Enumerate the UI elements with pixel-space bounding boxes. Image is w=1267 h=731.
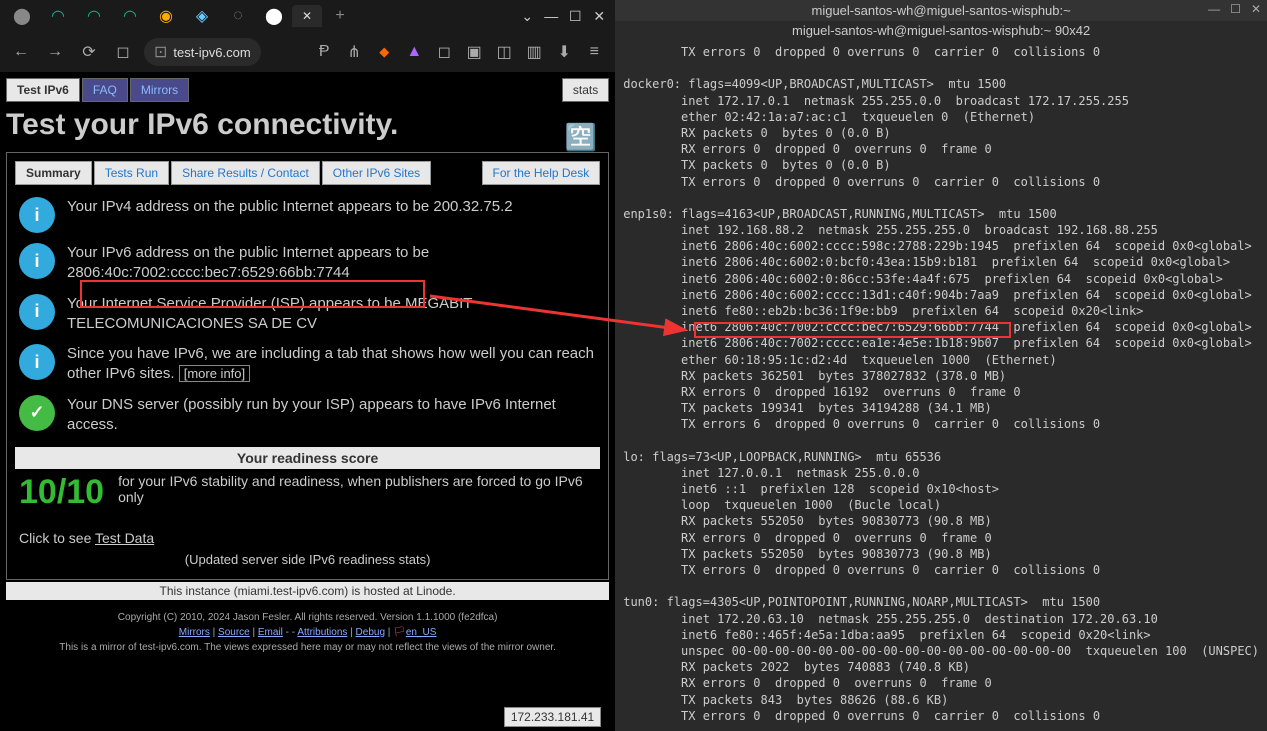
result-ipv6: i Your IPv6 address on the public Intern…	[19, 243, 596, 284]
instance-bar: This instance (miami.test-ipv6.com) is h…	[6, 582, 609, 600]
sub-tabs: Summary Tests Run Share Results / Contac…	[15, 161, 600, 185]
tab-test-ipv6[interactable]: Test IPv6	[6, 78, 80, 102]
page-title: Test your IPv6 connectivity.	[6, 108, 609, 142]
result-ipv4: i Your IPv4 address on the public Intern…	[19, 197, 596, 233]
dropdown-icon[interactable]: ⌄	[515, 4, 539, 28]
share-icon[interactable]: ⋔	[341, 39, 367, 65]
terminal-pane: miguel-santos-wh@miguel-santos-wisphub:~…	[615, 0, 1267, 731]
reload-icon[interactable]: ⟳	[76, 39, 102, 65]
term-maximize-icon[interactable]: ☐	[1230, 2, 1241, 16]
subtab-help[interactable]: For the Help Desk	[482, 161, 601, 185]
minimize-icon[interactable]: —	[539, 4, 563, 28]
result-dns: ✓ Your DNS server (possibly run by your …	[19, 395, 596, 436]
term-minimize-icon[interactable]: —	[1208, 2, 1220, 16]
back-icon[interactable]: ←	[8, 39, 34, 65]
main-tabs: Test IPv6 FAQ Mirrors stats	[6, 78, 609, 102]
score-header: Your readiness score	[15, 447, 600, 469]
info-icon: i	[19, 243, 55, 279]
score-value: 10/10	[19, 473, 104, 512]
link-source[interactable]: Source	[218, 627, 250, 638]
extension-icon-1[interactable]: ◻	[431, 39, 457, 65]
github-icon[interactable]: ⬤	[256, 2, 292, 30]
bookmark-icon[interactable]: ◻	[110, 39, 136, 65]
brave-rewards-icon[interactable]: ▲	[401, 39, 427, 65]
browser-tab-active[interactable]: ✕	[292, 5, 322, 27]
close-window-icon[interactable]: ✕	[587, 4, 611, 28]
link-email[interactable]: Email	[258, 627, 283, 638]
subtab-other[interactable]: Other IPv6 Sites	[322, 161, 431, 185]
updated-text: (Updated server side IPv6 readiness stat…	[19, 552, 596, 567]
isp-text: Your Internet Service Provider (ISP) app…	[67, 294, 596, 335]
maximize-icon[interactable]: ☐	[563, 4, 587, 28]
more-info-link[interactable]: [more info]	[179, 365, 250, 382]
browser-pane: ⬤ ◠ ◠ ◠ ◉ ◈ ◌ ⬤ ✕ + ⌄ — ☐ ✕ ← → ⟳ ◻ ⊡ te…	[0, 0, 615, 731]
subtab-tests-run[interactable]: Tests Run	[94, 161, 169, 185]
link-debug[interactable]: Debug	[356, 627, 385, 638]
tab-faq[interactable]: FAQ	[82, 78, 128, 102]
score-desc: for your IPv6 stability and readiness, w…	[118, 473, 596, 505]
info-icon: i	[19, 344, 55, 380]
url-bar: ← → ⟳ ◻ ⊡ test-ipv6.com Ᵽ ⋔ ◆ ▲ ◻ ▣ ◫ ▥ …	[0, 32, 615, 72]
ipv6-address: 2806:40c:7002:cccc:bec7:6529:66bb:7744	[67, 264, 350, 281]
new-tab-icon[interactable]: +	[322, 2, 358, 30]
extension-icon-2[interactable]: ▣	[461, 39, 487, 65]
app-icon-2[interactable]: ◈	[184, 2, 220, 30]
check-icon: ✓	[19, 395, 55, 431]
test-data-link: Click to see Test Data	[19, 530, 596, 546]
brave-shield-icon[interactable]: ◆	[371, 39, 397, 65]
terminal-title: miguel-santos-wh@miguel-santos-wisphub:~…	[615, 0, 1267, 21]
result-isp: i Your Internet Service Provider (ISP) a…	[19, 294, 596, 335]
wallet-icon[interactable]: ◫	[491, 39, 517, 65]
link-locale[interactable]: en_US	[406, 627, 437, 638]
subtab-summary[interactable]: Summary	[15, 161, 92, 185]
subtab-share[interactable]: Share Results / Contact	[171, 161, 320, 185]
wifi-icon-1[interactable]: ◠	[40, 2, 76, 30]
copyright: Copyright (C) 2010, 2024 Jason Fesler. A…	[6, 610, 609, 625]
menu-icon[interactable]: ≡	[581, 39, 607, 65]
wifi-icon-3[interactable]: ◠	[112, 2, 148, 30]
download-icon[interactable]: ⬇	[551, 39, 577, 65]
tab-stats[interactable]: stats	[562, 78, 609, 102]
forward-icon[interactable]: →	[42, 39, 68, 65]
ipv4-text: Your IPv4 address on the public Internet…	[67, 197, 513, 217]
url-text: test-ipv6.com	[173, 45, 250, 60]
info-icon: i	[19, 197, 55, 233]
tab-close-icon[interactable]: ✕	[302, 9, 312, 23]
sidebar-icon[interactable]: ▥	[521, 39, 547, 65]
app-icon-1[interactable]: ◉	[148, 2, 184, 30]
page-content: Test IPv6 FAQ Mirrors stats 🈳 Test your …	[0, 72, 615, 731]
link-mirrors[interactable]: Mirrors	[179, 627, 210, 638]
tab-mirrors[interactable]: Mirrors	[130, 78, 189, 102]
ipv6-text: Your IPv6 address on the public Internet…	[67, 243, 596, 284]
whatsapp-icon[interactable]: ⬤	[4, 2, 40, 30]
dns-text: Your DNS server (possibly run by your IS…	[67, 395, 596, 436]
wifi-icon-2[interactable]: ◠	[76, 2, 112, 30]
terminal-body[interactable]: TX errors 0 dropped 0 overruns 0 carrier…	[615, 40, 1267, 731]
result-since: i Since you have IPv6, we are including …	[19, 344, 596, 385]
url-input[interactable]: ⊡ test-ipv6.com	[144, 38, 261, 66]
taskbar: ⬤ ◠ ◠ ◠ ◉ ◈ ◌ ⬤ ✕ + ⌄ — ☐ ✕	[0, 0, 615, 32]
since-text: Since you have IPv6, we are including a …	[67, 344, 596, 385]
terminal-subtitle: miguel-santos-wh@miguel-santos-wisphub:~…	[615, 21, 1267, 40]
link-attr[interactable]: Attributions	[297, 627, 347, 638]
mirror-disclaimer: This is a mirror of test-ipv6.com. The v…	[6, 640, 609, 655]
translate-icon[interactable]: Ᵽ	[311, 39, 337, 65]
app-icon-3[interactable]: ◌	[220, 2, 256, 30]
bottom-ip: 172.233.181.41	[504, 707, 601, 727]
results-box: Summary Tests Run Share Results / Contac…	[6, 152, 609, 580]
term-close-icon[interactable]: ✕	[1251, 2, 1261, 16]
translate-floating-icon[interactable]: 🈳	[565, 122, 597, 153]
test-data-anchor[interactable]: Test Data	[95, 530, 154, 546]
lock-icon: ⊡	[154, 42, 167, 62]
info-icon: i	[19, 294, 55, 330]
footer: Copyright (C) 2010, 2024 Jason Fesler. A…	[6, 610, 609, 655]
score-row: 10/10 for your IPv6 stability and readin…	[15, 469, 600, 516]
